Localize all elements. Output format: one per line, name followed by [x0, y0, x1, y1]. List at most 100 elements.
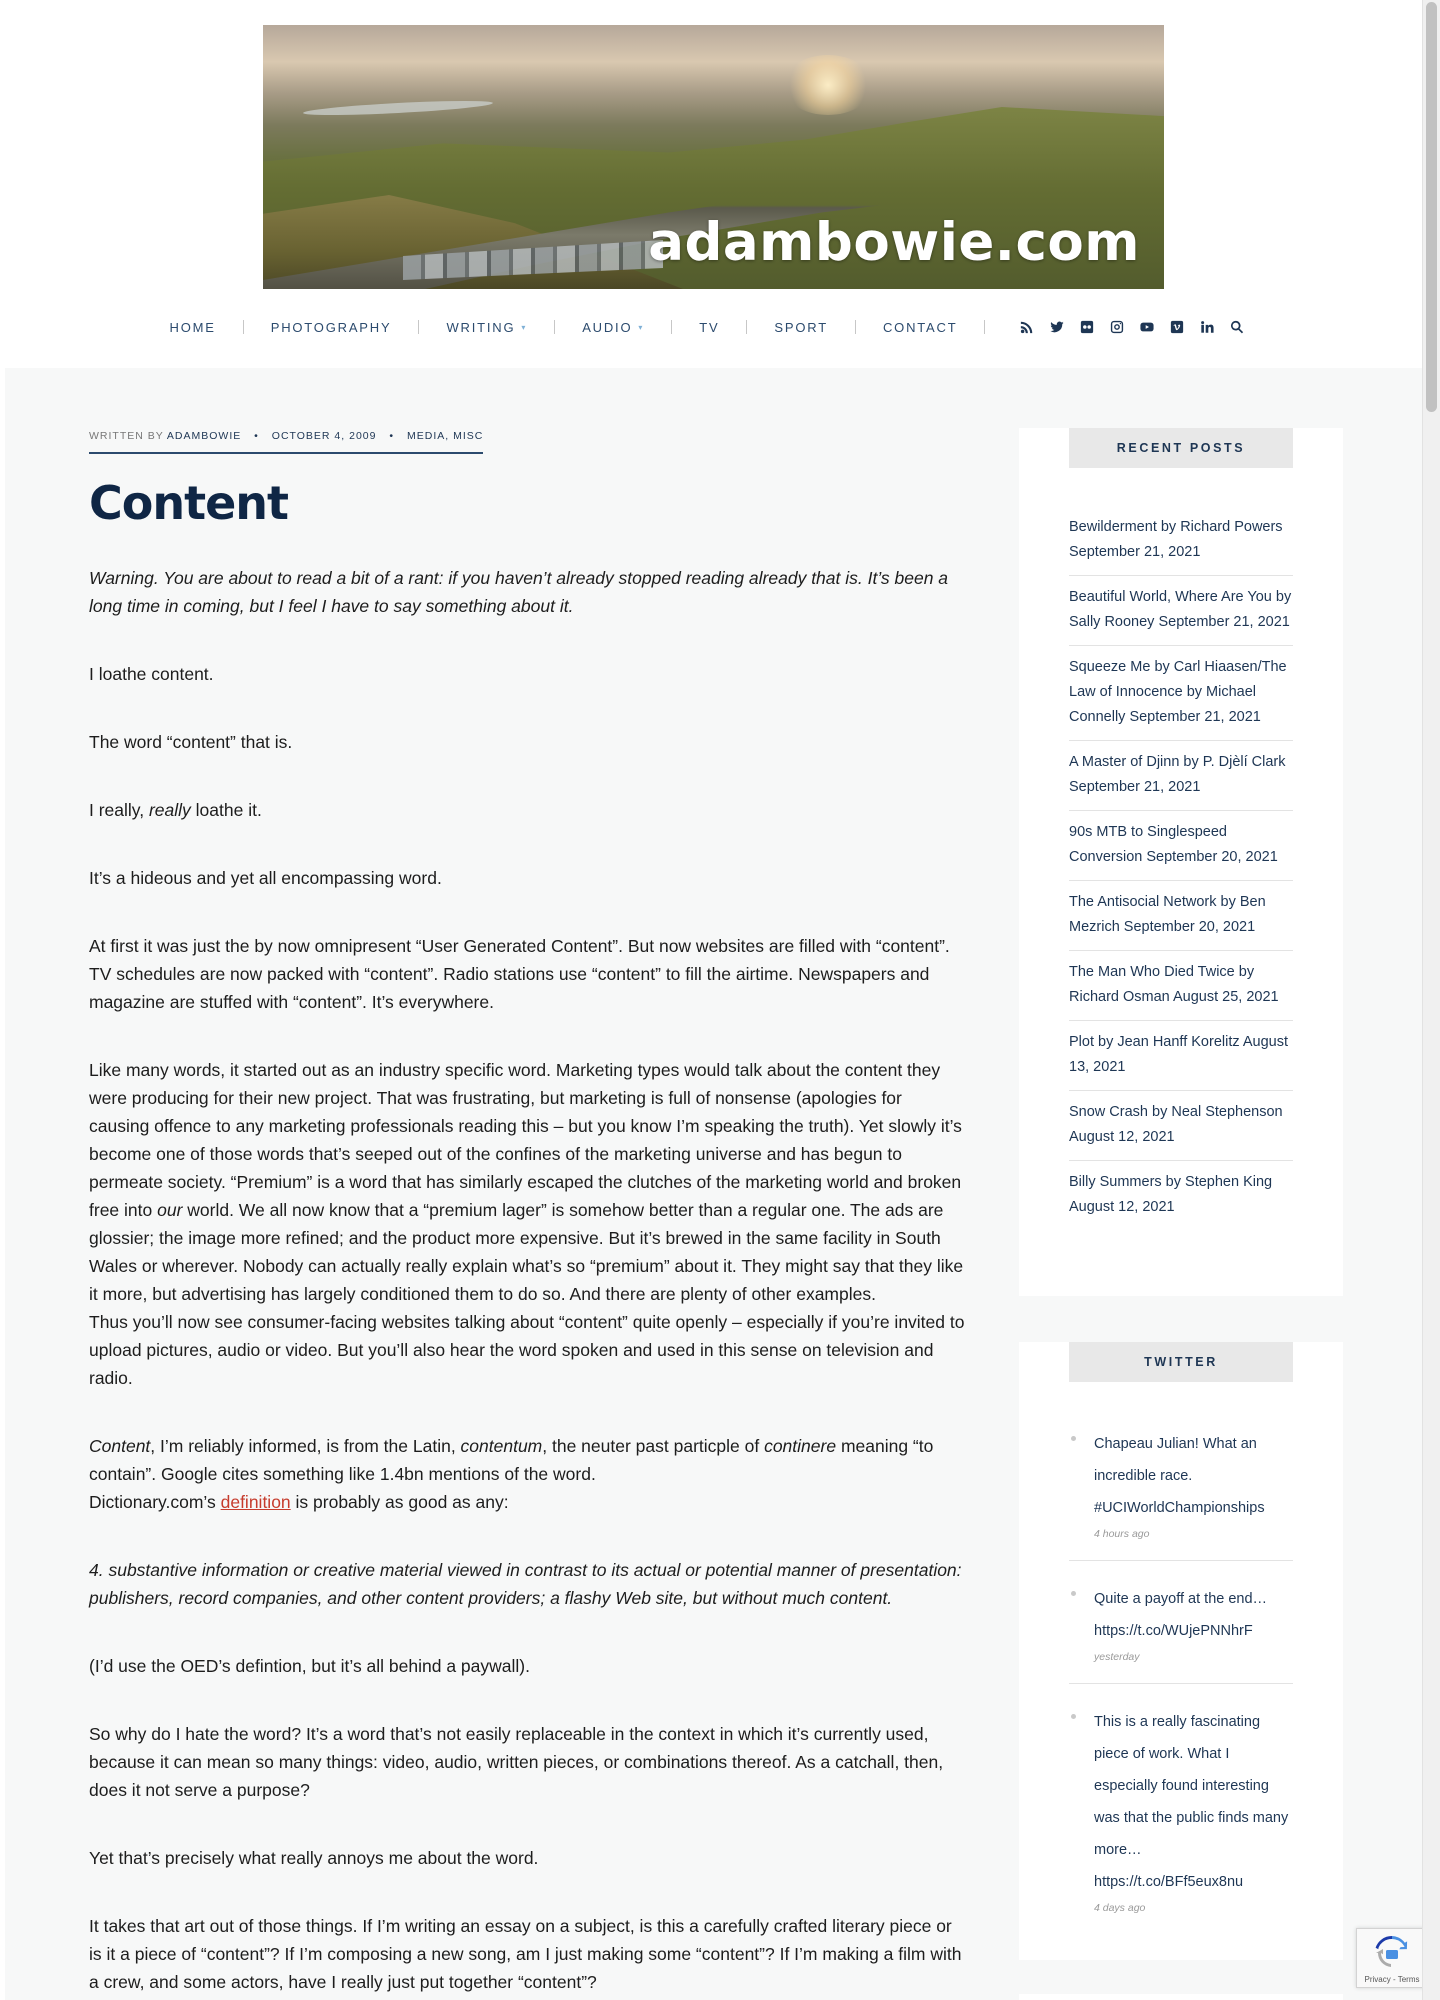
tweet-time: 4 days ago: [1094, 1902, 1146, 1914]
twitter-title: Twitter: [1069, 1342, 1293, 1382]
search-icon[interactable]: [1229, 319, 1245, 335]
text-run: Dictionary.com’s: [89, 1492, 221, 1512]
paragraph: Like many words, it started out as an in…: [89, 1056, 967, 1308]
recent-post-link[interactable]: The Man Who Died Twice by Richard Osman …: [1069, 951, 1293, 1021]
text-run: , the neuter past particple of: [542, 1436, 765, 1456]
recent-post-link[interactable]: The Antisocial Network by Ben Mezrich Se…: [1069, 881, 1293, 951]
paragraph: Dictionary.com’s definition is probably …: [89, 1488, 967, 1516]
paragraph: So why do I hate the word? It’s a word t…: [89, 1724, 944, 1800]
recent-post-link[interactable]: Plot by Jean Hanff Korelitz August 13, 2…: [1069, 1021, 1293, 1091]
recaptcha-label[interactable]: Privacy - Terms: [1357, 1975, 1427, 1984]
intro-text: Warning. You are about to read a bit of …: [89, 568, 949, 616]
main-nav: Home Photography Writing ▾ Audio ▾ TV Spor…: [0, 316, 1422, 338]
recent-post-link[interactable]: Snow Crash by Neal Stephenson August 12,…: [1069, 1091, 1293, 1161]
nav-label: Writing: [446, 319, 516, 335]
meta-date-link[interactable]: October 4, 2009: [272, 430, 377, 442]
recaptcha-icon: [1375, 1935, 1408, 1967]
twitter-icon[interactable]: [1049, 319, 1065, 335]
quote-text: 4. substantive information or creative m…: [89, 1560, 962, 1608]
nav-separator: [554, 320, 556, 334]
bullet-icon: [1071, 1436, 1076, 1441]
recent-post-link[interactable]: Billy Summers by Stephen King August 12,…: [1069, 1161, 1293, 1230]
nav-item-home[interactable]: Home: [170, 320, 216, 335]
recent-post-link[interactable]: A Master of Djinn by P. Djèlí Clark Sept…: [1069, 741, 1293, 811]
text-run: world. We all now know that a “premium l…: [89, 1200, 964, 1304]
nav-item-sport[interactable]: Sport: [774, 320, 828, 335]
emphasis: really: [148, 800, 191, 820]
linkedin-icon[interactable]: [1199, 319, 1215, 335]
nav-item-audio[interactable]: Audio ▾: [582, 320, 644, 335]
nav-separator: [854, 320, 856, 334]
header-banner-image[interactable]: adambowie.com: [263, 25, 1164, 289]
tweet-time: 4 hours ago: [1094, 1528, 1150, 1540]
tweet-item: This is a really fascinating piece of wo…: [1069, 1704, 1293, 1934]
paragraph: The word “content” that is.: [89, 732, 293, 752]
nav-item-photography[interactable]: Photography: [271, 320, 392, 335]
rss-icon[interactable]: [1019, 319, 1035, 335]
nav-item-tv[interactable]: TV: [699, 320, 719, 335]
recent-post-link[interactable]: Squeeze Me by Carl Hiaasen/The Law of In…: [1069, 646, 1293, 741]
post-body: Warning. You are about to read a bit of …: [89, 564, 967, 2000]
text-run: Like many words, it started out as an in…: [89, 1060, 962, 1220]
meta-written-by: Written by: [89, 430, 164, 442]
recent-posts-widget: Recent Posts Bewilderment by Richard Pow…: [1019, 428, 1343, 1296]
recaptcha-badge[interactable]: Privacy - Terms: [1356, 1928, 1426, 1988]
emphasis: contentum: [460, 1436, 543, 1456]
tweet-list: Chapeau Julian! What an incredible race.…: [1069, 1426, 1293, 1934]
nav-item-contact[interactable]: Contact: [883, 320, 957, 335]
nav-label: Audio: [582, 319, 633, 335]
vimeo-icon[interactable]: [1169, 319, 1185, 335]
tweet-text[interactable]: This is a really fascinating piece of wo…: [1094, 1706, 1293, 1898]
chevron-down-icon: ▾: [638, 322, 645, 332]
site-logo-text[interactable]: adambowie.com: [648, 212, 1140, 273]
site-header: adambowie.com Home Photography Writing ▾ …: [0, 0, 1422, 368]
scrollbar-thumb[interactable]: [1426, 2, 1437, 412]
recent-post-link[interactable]: Beautiful World, Where Are You by Sally …: [1069, 576, 1293, 646]
chevron-down-icon: ▾: [521, 322, 528, 332]
nav-separator: [984, 320, 986, 334]
definition-quote: 4. substantive information or creative m…: [89, 1556, 967, 1612]
nav-separator: [671, 320, 673, 334]
intro-paragraph: Warning. You are about to read a bit of …: [89, 564, 967, 620]
nav-separator: [242, 320, 244, 334]
twitter-widget: Twitter Chapeau Julian! What an incredib…: [1019, 1342, 1343, 1960]
recent-post-link[interactable]: 90s MTB to Singlespeed Conversion Septem…: [1069, 811, 1293, 881]
tweet-text[interactable]: Chapeau Julian! What an incredible race.…: [1094, 1428, 1293, 1524]
tweet-text[interactable]: Quite a payoff at the end… https://t.co/…: [1094, 1583, 1293, 1647]
nav-label: TV: [699, 319, 720, 335]
tweet-time: yesterday: [1094, 1651, 1140, 1663]
paragraph: It’s a hideous and yet all encompassing …: [89, 868, 442, 888]
next-widget-stub: [1019, 1994, 1343, 2000]
banner-sun: [783, 55, 873, 115]
nav-item-writing[interactable]: Writing ▾: [446, 320, 527, 335]
scrollbar[interactable]: [1422, 0, 1440, 2000]
paragraph: Content, I’m reliably informed, is from …: [89, 1432, 967, 1488]
post-meta: Written by adambowie • October 4, 2009 •…: [89, 430, 484, 454]
nav-label: Home: [169, 319, 216, 335]
nav-label: Photography: [270, 319, 392, 335]
youtube-icon[interactable]: [1139, 319, 1155, 335]
paragraph: I loathe content.: [89, 664, 214, 684]
paragraph: It takes that art out of those things. I…: [89, 1916, 962, 1992]
paragraph: Thus you’ll now see consumer-facing webs…: [89, 1312, 965, 1388]
meta-separator: •: [389, 430, 395, 442]
paragraph: I really, really loathe it.: [89, 796, 967, 824]
flickr-icon[interactable]: [1079, 319, 1095, 335]
text-run: I really,: [89, 800, 149, 820]
recent-posts-list: Bewilderment by Richard Powers September…: [1069, 506, 1293, 1230]
instagram-icon[interactable]: [1109, 319, 1125, 335]
nav-label: Sport: [774, 319, 828, 335]
paragraph: Yet that’s precisely what really annoys …: [89, 1848, 539, 1868]
nav-label: Contact: [882, 319, 958, 335]
banner-lake: [302, 98, 494, 118]
meta-author-link[interactable]: adambowie: [167, 430, 241, 442]
definition-link[interactable]: definition: [221, 1492, 291, 1512]
recent-post-link[interactable]: Bewilderment by Richard Powers September…: [1069, 506, 1293, 576]
tweet-item: Chapeau Julian! What an incredible race.…: [1069, 1426, 1293, 1561]
meta-categories-link[interactable]: Media, Misc: [407, 430, 483, 442]
meta-separator: •: [254, 430, 259, 442]
emphasis: our: [157, 1200, 183, 1220]
tweet-item: Quite a payoff at the end… https://t.co/…: [1069, 1581, 1293, 1684]
nav-separator: [418, 320, 420, 334]
bullet-icon: [1071, 1591, 1076, 1596]
